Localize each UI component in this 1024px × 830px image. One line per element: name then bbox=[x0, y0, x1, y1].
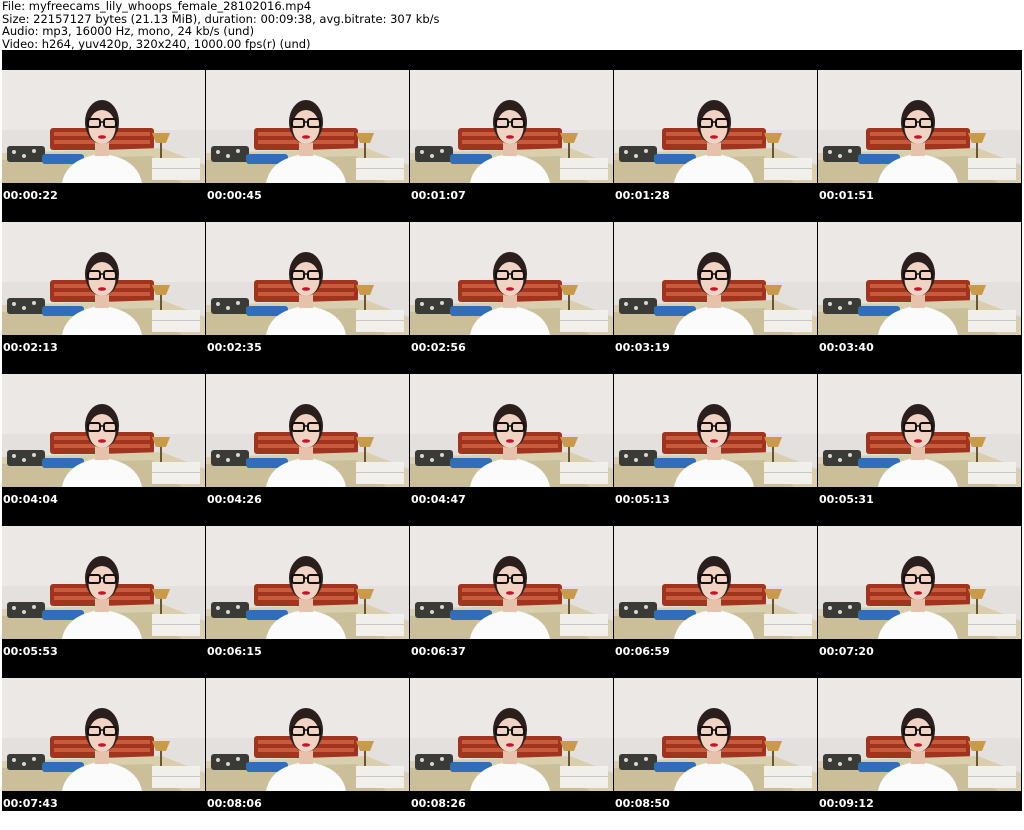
thumbnail-cell: 00:05:53 bbox=[2, 526, 206, 678]
frame-timestamp: 00:08:06 bbox=[207, 797, 262, 810]
frame-timestamp: 00:05:31 bbox=[819, 493, 874, 506]
thumbnail-cell: 00:01:28 bbox=[614, 70, 818, 222]
thumbnail-cell: 00:01:07 bbox=[410, 70, 614, 222]
video-frame-thumbnail bbox=[206, 70, 409, 183]
thumbnail-cell: 00:06:59 bbox=[614, 526, 818, 678]
video-frame-thumbnail bbox=[206, 374, 409, 487]
frame-timestamp: 00:07:20 bbox=[819, 645, 874, 658]
video-frame-thumbnail bbox=[410, 678, 613, 791]
video-frame-thumbnail bbox=[818, 678, 1021, 791]
video-frame-thumbnail bbox=[410, 222, 613, 335]
frame-timestamp: 00:02:35 bbox=[207, 341, 262, 354]
frame-timestamp: 00:06:59 bbox=[615, 645, 670, 658]
frame-timestamp: 00:06:37 bbox=[411, 645, 466, 658]
video-frame-thumbnail bbox=[206, 222, 409, 335]
video-frame-thumbnail bbox=[818, 374, 1021, 487]
contact-sheet: 00:00:22 00:00:45 00:01:07 00:01:28 00:0… bbox=[2, 50, 1022, 811]
frame-timestamp: 00:00:22 bbox=[3, 189, 58, 202]
video-frame-thumbnail bbox=[410, 526, 613, 639]
thumbnail-cell: 00:05:13 bbox=[614, 374, 818, 526]
thumbnail-cell: 00:08:26 bbox=[410, 678, 614, 830]
thumbnail-cell: 00:07:20 bbox=[818, 526, 1022, 678]
frame-timestamp: 00:04:26 bbox=[207, 493, 262, 506]
thumbnail-cell: 00:00:45 bbox=[206, 70, 410, 222]
frame-timestamp: 00:01:07 bbox=[411, 189, 466, 202]
frame-timestamp: 00:01:51 bbox=[819, 189, 874, 202]
frame-timestamp: 00:09:12 bbox=[819, 797, 874, 810]
frame-timestamp: 00:07:43 bbox=[3, 797, 58, 810]
frame-timestamp: 00:02:56 bbox=[411, 341, 466, 354]
frame-timestamp: 00:06:15 bbox=[207, 645, 262, 658]
video-frame-thumbnail bbox=[206, 678, 409, 791]
video-frame-thumbnail bbox=[614, 678, 817, 791]
frame-timestamp: 00:05:13 bbox=[615, 493, 670, 506]
thumbnail-cell: 00:07:43 bbox=[2, 678, 206, 830]
video-frame-thumbnail bbox=[2, 374, 205, 487]
video-frame-thumbnail bbox=[614, 374, 817, 487]
frame-timestamp: 00:00:45 bbox=[207, 189, 262, 202]
thumbnail-cell: 00:04:04 bbox=[2, 374, 206, 526]
thumbnail-cell: 00:06:37 bbox=[410, 526, 614, 678]
file-info-header: File: myfreecams_lily_whoops_female_2810… bbox=[2, 0, 1022, 50]
thumbnail-cell: 00:08:06 bbox=[206, 678, 410, 830]
video-frame-thumbnail bbox=[818, 526, 1021, 639]
thumbnail-cell: 00:04:47 bbox=[410, 374, 614, 526]
frame-timestamp: 00:01:28 bbox=[615, 189, 670, 202]
frame-timestamp: 00:08:26 bbox=[411, 797, 466, 810]
audio-info-line: Audio: mp3, 16000 Hz, mono, 24 kb/s (und… bbox=[2, 24, 255, 38]
video-frame-thumbnail bbox=[2, 678, 205, 791]
frame-timestamp: 00:02:13 bbox=[3, 341, 58, 354]
thumbnail-cell: 00:02:13 bbox=[2, 222, 206, 374]
thumbnail-cell: 00:02:56 bbox=[410, 222, 614, 374]
file-name-line: File: myfreecams_lily_whoops_female_2810… bbox=[2, 0, 312, 13]
thumbnail-cell: 00:04:26 bbox=[206, 374, 410, 526]
thumbnail-cell: 00:05:31 bbox=[818, 374, 1022, 526]
video-frame-thumbnail bbox=[614, 222, 817, 335]
thumbnail-cell: 00:09:12 bbox=[818, 678, 1022, 830]
thumbnail-cell: 00:06:15 bbox=[206, 526, 410, 678]
video-frame-thumbnail bbox=[818, 222, 1021, 335]
thumbnail-cell: 00:00:22 bbox=[2, 70, 206, 222]
video-info-line: Video: h264, yuv420p, 320x240, 1000.00 f… bbox=[2, 36, 311, 51]
video-frame-thumbnail bbox=[2, 70, 205, 183]
thumbnail-cell: 00:03:40 bbox=[818, 222, 1022, 374]
video-frame-thumbnail bbox=[2, 526, 205, 639]
video-frame-thumbnail bbox=[614, 526, 817, 639]
frame-timestamp: 00:03:40 bbox=[819, 341, 874, 354]
frame-timestamp: 00:04:04 bbox=[3, 493, 58, 506]
thumbnail-cell: 00:02:35 bbox=[206, 222, 410, 374]
thumbnail-cell: 00:01:51 bbox=[818, 70, 1022, 222]
thumbnail-cell: 00:03:19 bbox=[614, 222, 818, 374]
thumbnail-grid: 00:00:22 00:00:45 00:01:07 00:01:28 00:0… bbox=[2, 70, 1022, 830]
frame-timestamp: 00:03:19 bbox=[615, 341, 670, 354]
video-frame-thumbnail bbox=[410, 374, 613, 487]
frame-timestamp: 00:04:47 bbox=[411, 493, 466, 506]
video-frame-thumbnail bbox=[818, 70, 1021, 183]
video-frame-thumbnail bbox=[2, 222, 205, 335]
frame-timestamp: 00:08:50 bbox=[615, 797, 670, 810]
thumbnail-cell: 00:08:50 bbox=[614, 678, 818, 830]
video-frame-thumbnail bbox=[410, 70, 613, 183]
frame-timestamp: 00:05:53 bbox=[3, 645, 58, 658]
video-frame-thumbnail bbox=[206, 526, 409, 639]
video-frame-thumbnail bbox=[614, 70, 817, 183]
